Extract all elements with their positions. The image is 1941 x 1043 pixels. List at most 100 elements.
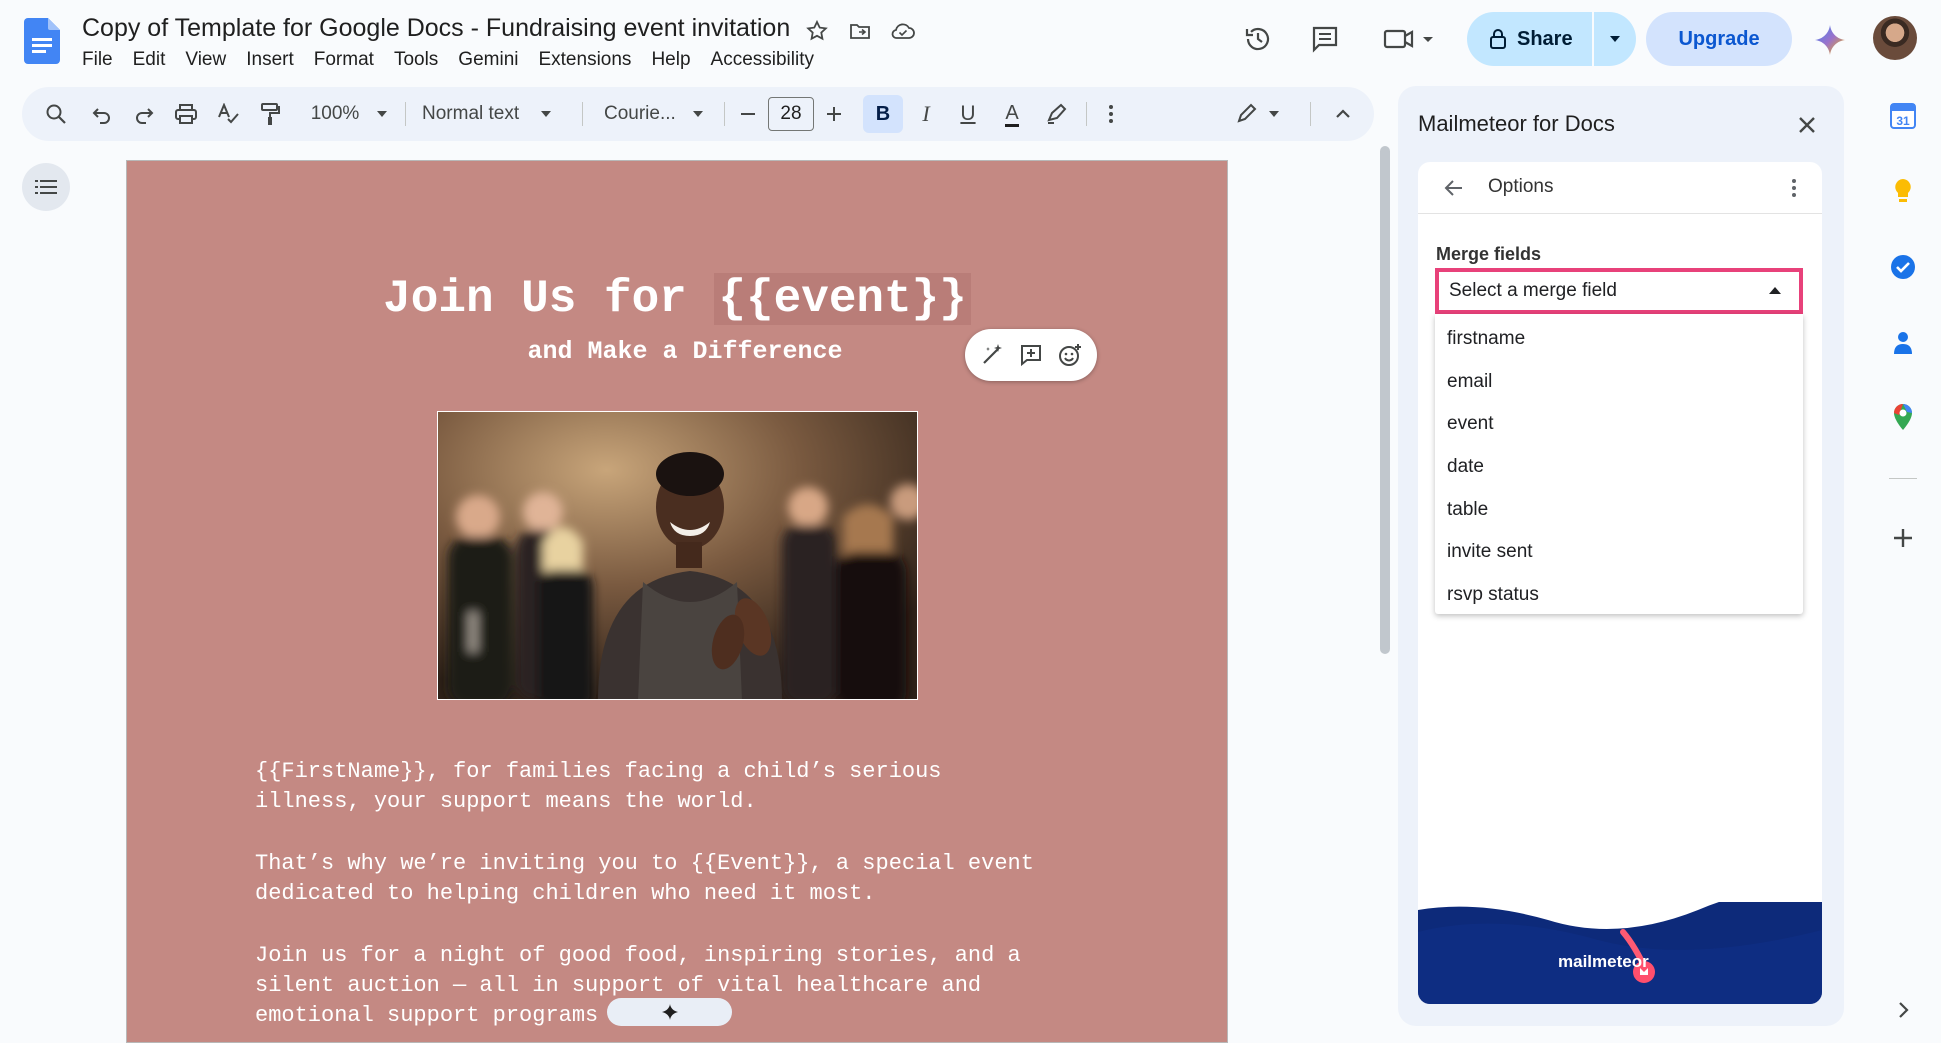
add-emoji-reaction-icon[interactable]: [1057, 342, 1083, 368]
text-color-label: A: [1005, 102, 1019, 127]
back-arrow-icon[interactable]: [1442, 176, 1466, 200]
font-family-select[interactable]: Courie...: [604, 87, 682, 141]
cloud-saved-icon[interactable]: [888, 16, 918, 46]
rail-divider: [1889, 478, 1917, 479]
gemini-assist-button[interactable]: [607, 998, 732, 1026]
paragraph-style-select[interactable]: Normal text: [422, 87, 532, 141]
merge-option-table[interactable]: table: [1435, 488, 1803, 531]
menu-help[interactable]: Help: [641, 48, 700, 72]
menu-accessibility[interactable]: Accessibility: [701, 48, 824, 72]
invitation-heading[interactable]: Join Us for {{event}}: [127, 273, 1227, 325]
top-bar: Copy of Template for Google Docs - Fundr…: [0, 0, 1941, 86]
document-title[interactable]: Copy of Template for Google Docs - Fundr…: [82, 14, 790, 43]
calendar-day-label: 31: [1896, 114, 1910, 128]
merge-option-rsvp-status[interactable]: rsvp status: [1435, 574, 1803, 617]
menu-view[interactable]: View: [175, 48, 236, 72]
tasks-icon[interactable]: [1888, 252, 1918, 282]
menu-gemini[interactable]: Gemini: [448, 48, 528, 72]
body-paragraph-1[interactable]: {{FirstName}}, for families facing a chi…: [255, 757, 942, 817]
document-outline-button[interactable]: [22, 163, 70, 211]
font-dropdown-icon[interactable]: [688, 87, 708, 141]
docs-logo-icon[interactable]: [24, 18, 60, 64]
caret-up-icon: [1769, 287, 1781, 294]
menu-bar: File Edit View Insert Format Tools Gemin…: [82, 48, 824, 72]
menu-tools[interactable]: Tools: [384, 48, 448, 72]
lock-icon: [1489, 28, 1507, 50]
mailmeteor-addon-card: Options Merge fields Select a merge fiel…: [1418, 162, 1822, 1004]
toolbar-divider: [582, 102, 583, 126]
keep-icon[interactable]: [1888, 176, 1918, 206]
text-color-button[interactable]: A: [994, 87, 1030, 141]
zoom-dropdown-icon[interactable]: [372, 87, 392, 141]
menu-file[interactable]: File: [82, 48, 123, 72]
chevron-down-icon: [1608, 34, 1622, 44]
sparkle-icon: [661, 1003, 679, 1021]
print-icon[interactable]: [168, 87, 204, 141]
meet-video-icon[interactable]: [1380, 20, 1440, 58]
style-dropdown-icon[interactable]: [536, 87, 556, 141]
spellcheck-icon[interactable]: [210, 87, 246, 141]
menu-format[interactable]: Format: [304, 48, 384, 72]
calendar-icon[interactable]: 31: [1888, 100, 1918, 130]
share-label: Share: [1517, 27, 1573, 50]
italic-button[interactable]: I: [908, 87, 944, 141]
version-history-icon[interactable]: [1239, 20, 1277, 58]
account-avatar[interactable]: [1873, 16, 1917, 60]
body-paragraph-2[interactable]: That’s why we’re inviting you to {{Event…: [255, 849, 1034, 909]
zoom-value: 100%: [310, 103, 360, 124]
undo-icon[interactable]: [84, 87, 120, 141]
merge-option-date[interactable]: date: [1435, 446, 1803, 489]
merge-option-event[interactable]: event: [1435, 403, 1803, 446]
maps-icon[interactable]: [1888, 402, 1918, 432]
bold-button[interactable]: B: [863, 95, 903, 133]
merge-field-select[interactable]: Select a merge field: [1435, 268, 1803, 314]
hide-menus-chevron-up-icon[interactable]: [1328, 87, 1358, 141]
merge-fields-label: Merge fields: [1436, 244, 1542, 264]
comments-icon[interactable]: [1306, 20, 1344, 58]
zoom-select[interactable]: 100%: [300, 87, 370, 141]
merge-option-firstname[interactable]: firstname: [1435, 318, 1803, 361]
add-addon-plus-icon[interactable]: [1888, 523, 1918, 553]
font-size-input[interactable]: 28: [768, 97, 814, 131]
share-button[interactable]: Share: [1467, 12, 1592, 66]
gemini-edit-icon[interactable]: [979, 342, 1005, 368]
editing-mode-icon[interactable]: [1230, 87, 1290, 141]
gemini-icon[interactable]: [1812, 22, 1848, 58]
more-vert-icon[interactable]: [1782, 176, 1806, 200]
list-icon: [35, 179, 57, 195]
paragraph-style-value: Normal text: [422, 103, 520, 124]
upgrade-button[interactable]: Upgrade: [1646, 12, 1792, 66]
formatting-toolbar: 100% Normal text Courie... 28 B I U A: [22, 87, 1374, 141]
move-folder-icon[interactable]: [845, 16, 875, 46]
search-menus-icon[interactable]: [38, 87, 74, 141]
merge-field-dropdown: firstname email event date table invite …: [1435, 314, 1803, 614]
increase-font-size-icon[interactable]: [820, 87, 848, 141]
paint-format-icon[interactable]: [252, 87, 288, 141]
share-dropdown-button[interactable]: [1594, 12, 1636, 66]
star-icon[interactable]: [802, 16, 832, 46]
floating-insert-toolbar: [965, 329, 1097, 381]
menu-edit[interactable]: Edit: [123, 48, 176, 72]
merge-option-invite-sent[interactable]: invite sent: [1435, 531, 1803, 574]
chevron-right-icon[interactable]: [1888, 995, 1918, 1025]
event-photo[interactable]: [437, 411, 918, 700]
menu-extensions[interactable]: Extensions: [528, 48, 641, 72]
highlight-pen-icon[interactable]: [1038, 87, 1074, 141]
menu-insert[interactable]: Insert: [236, 48, 304, 72]
redo-icon[interactable]: [126, 87, 162, 141]
toolbar-divider: [1310, 102, 1311, 126]
toolbar-divider: [1086, 102, 1087, 126]
add-comment-icon[interactable]: [1018, 342, 1044, 368]
toolbar-divider: [724, 102, 725, 126]
merge-option-email[interactable]: email: [1435, 361, 1803, 404]
addon-header-title: Options: [1488, 176, 1554, 197]
contacts-icon[interactable]: [1888, 328, 1918, 358]
document-page[interactable]: Join Us for {{event}} and Make a Differe…: [126, 160, 1228, 1043]
decrease-font-size-icon[interactable]: [734, 87, 762, 141]
underline-button[interactable]: U: [950, 87, 986, 141]
close-panel-button[interactable]: [1790, 108, 1824, 142]
document-scrollbar[interactable]: [1380, 146, 1390, 654]
more-options-icon[interactable]: [1096, 87, 1126, 141]
font-family-value: Courie...: [604, 103, 676, 124]
heading-text: Join Us for: [383, 273, 715, 325]
